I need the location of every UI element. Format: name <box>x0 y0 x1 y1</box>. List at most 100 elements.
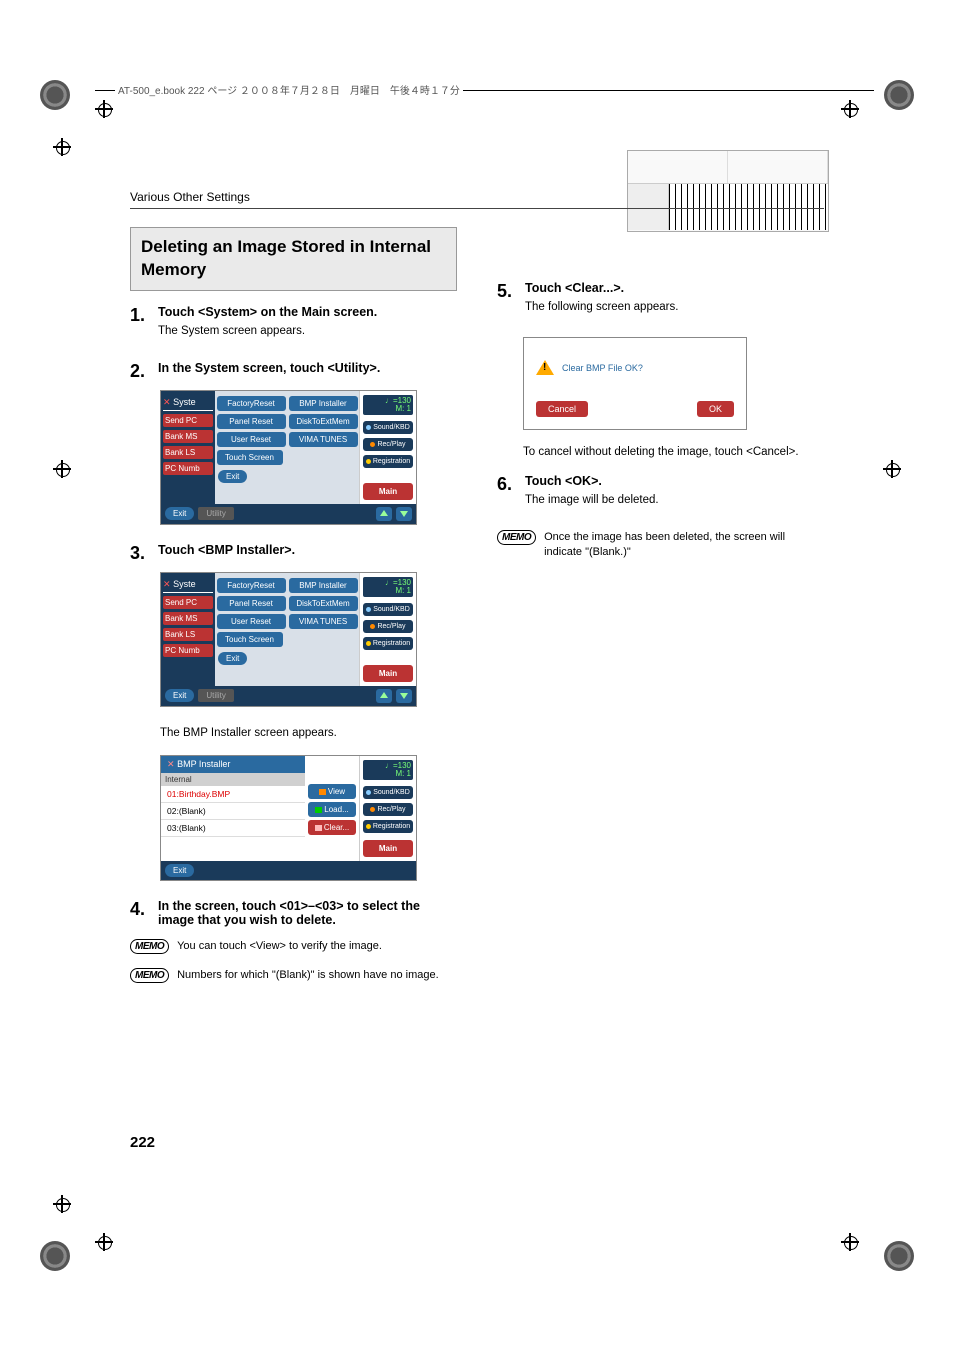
book-stamp: AT-500_e.book 222 ページ ２００８年７月２８日 月曜日 午後４… <box>115 82 463 97</box>
registration-mark-icon <box>53 460 71 478</box>
left-tab[interactable]: Bank LS <box>163 628 213 641</box>
left-tab[interactable]: Send PC <box>163 596 213 609</box>
main-button[interactable]: Main <box>363 483 413 500</box>
registration-mark-icon <box>95 100 113 118</box>
left-tab[interactable]: PC Numb <box>163 644 213 657</box>
factory-reset-button[interactable]: FactoryReset <box>217 578 286 593</box>
factory-reset-button[interactable]: FactoryReset <box>217 396 286 411</box>
registration-button[interactable]: Registration <box>363 455 413 468</box>
sound-kbd-button[interactable]: Sound/KBD <box>363 421 413 434</box>
crop-mark-icon <box>884 80 914 110</box>
step-title: In the screen, touch <01>–<03> to select… <box>158 899 457 927</box>
list-item[interactable]: 03:(Blank) <box>161 820 305 837</box>
load-button[interactable]: Load... <box>308 802 356 817</box>
x-icon: ✕ <box>163 579 171 589</box>
page-number: 222 <box>130 1134 155 1151</box>
main-button[interactable]: Main <box>363 665 413 682</box>
step-text: The System screen appears. <box>158 323 457 339</box>
touch-screen-button[interactable]: Touch Screen <box>217 450 283 465</box>
device-screenshot-utility: ✕ Syste Send PC Bank MS Bank LS PC Numb … <box>160 572 417 707</box>
confirm-message: Clear BMP File OK? <box>562 363 643 373</box>
step-text: The following screen appears. <box>525 299 824 315</box>
device-screenshot-bmp-installer: ✕ BMP Installer Internal 01:Birthday.BMP… <box>160 755 417 881</box>
divider <box>130 208 824 209</box>
memo-badge: MEMO <box>497 530 536 545</box>
left-tab[interactable]: PC Numb <box>163 462 213 475</box>
user-reset-button[interactable]: User Reset <box>217 614 286 629</box>
breadcrumb: Various Other Settings <box>130 190 824 204</box>
bmp-installer-button[interactable]: BMP Installer <box>289 578 358 593</box>
panel-reset-button[interactable]: Panel Reset <box>217 414 286 429</box>
speaker-icon <box>370 624 375 629</box>
view-button[interactable]: View <box>308 784 356 799</box>
user-reset-button[interactable]: User Reset <box>217 432 286 447</box>
step-title: Touch <BMP Installer>. <box>158 543 457 557</box>
disk-icon <box>366 641 371 646</box>
list-item[interactable]: 01:Birthday.BMP <box>161 786 305 803</box>
vima-tunes-button[interactable]: VIMA TUNES <box>289 614 358 629</box>
arrow-up-icon[interactable] <box>376 507 392 521</box>
rec-play-button[interactable]: Rec/Play <box>363 620 413 633</box>
registration-mark-icon <box>53 1195 71 1213</box>
arrow-down-icon[interactable] <box>396 507 412 521</box>
tempo-display: ♩=130M: 1 <box>363 395 413 415</box>
utility-tab[interactable]: Utility <box>198 689 234 702</box>
sound-icon <box>366 425 371 430</box>
arrow-down-icon[interactable] <box>396 689 412 703</box>
left-tab[interactable]: Bank LS <box>163 446 213 459</box>
sound-kbd-button[interactable]: Sound/KBD <box>363 603 413 616</box>
step-text: The image will be deleted. <box>525 492 824 508</box>
rec-play-button[interactable]: Rec/Play <box>363 438 413 451</box>
panel-title: ✕ BMP Installer <box>161 756 305 773</box>
step-text: The BMP Installer screen appears. <box>160 725 457 741</box>
registration-mark-icon <box>95 1233 113 1251</box>
panel-title: Syste <box>173 579 196 589</box>
memo-badge: MEMO <box>130 939 169 954</box>
crop-mark-icon <box>40 1241 70 1271</box>
list-item[interactable]: 02:(Blank) <box>161 803 305 820</box>
disk-to-extmem-button[interactable]: DiskToExtMem <box>289 596 358 611</box>
touch-screen-button[interactable]: Touch Screen <box>217 632 283 647</box>
eraser-icon <box>315 825 322 831</box>
exit-button[interactable]: Exit <box>165 864 194 877</box>
panel-reset-button[interactable]: Panel Reset <box>217 596 286 611</box>
step-text: To cancel without deleting the image, to… <box>523 444 824 460</box>
confirm-dialog: Clear BMP File OK? Cancel OK <box>523 337 747 430</box>
left-tab[interactable]: Bank MS <box>163 612 213 625</box>
arrow-up-icon[interactable] <box>376 689 392 703</box>
utility-tab[interactable]: Utility <box>198 507 234 520</box>
panel-title: Syste <box>173 397 196 407</box>
exit-button[interactable]: Exit <box>218 652 247 665</box>
step-number: 4. <box>130 899 150 931</box>
memo-badge: MEMO <box>130 968 169 983</box>
main-button[interactable]: Main <box>363 840 413 857</box>
cancel-button[interactable]: Cancel <box>536 401 588 417</box>
bmp-installer-button[interactable]: BMP Installer <box>289 396 358 411</box>
registration-mark-icon <box>883 460 901 478</box>
sound-icon <box>366 790 371 795</box>
step-number: 3. <box>130 543 150 564</box>
exit-button[interactable]: Exit <box>218 470 247 483</box>
device-screenshot-utility: ✕ Syste Send PC Bank MS Bank LS PC Numb … <box>160 390 417 525</box>
crop-mark-icon <box>40 80 70 110</box>
left-tab[interactable]: Bank MS <box>163 430 213 443</box>
registration-button[interactable]: Registration <box>363 820 413 833</box>
registration-button[interactable]: Registration <box>363 637 413 650</box>
rec-play-button[interactable]: Rec/Play <box>363 803 413 816</box>
step-title: Touch <Clear...>. <box>525 281 824 295</box>
exit-button[interactable]: Exit <box>165 507 194 520</box>
clear-button[interactable]: Clear... <box>308 820 356 835</box>
section-title: Deleting an Image Stored in Internal Mem… <box>130 227 457 291</box>
tempo-display: ♩=130M: 1 <box>363 577 413 597</box>
exit-button[interactable]: Exit <box>165 689 194 702</box>
sound-kbd-button[interactable]: Sound/KBD <box>363 786 413 799</box>
step-title: In the System screen, touch <Utility>. <box>158 361 457 375</box>
speaker-icon <box>370 807 375 812</box>
ok-button[interactable]: OK <box>697 401 734 417</box>
vima-tunes-button[interactable]: VIMA TUNES <box>289 432 358 447</box>
disk-icon <box>366 459 371 464</box>
left-tab[interactable]: Send PC <box>163 414 213 427</box>
x-icon: ✕ <box>167 759 175 769</box>
memo-text: Numbers for which "(Blank)" is shown hav… <box>177 968 457 983</box>
disk-to-extmem-button[interactable]: DiskToExtMem <box>289 414 358 429</box>
